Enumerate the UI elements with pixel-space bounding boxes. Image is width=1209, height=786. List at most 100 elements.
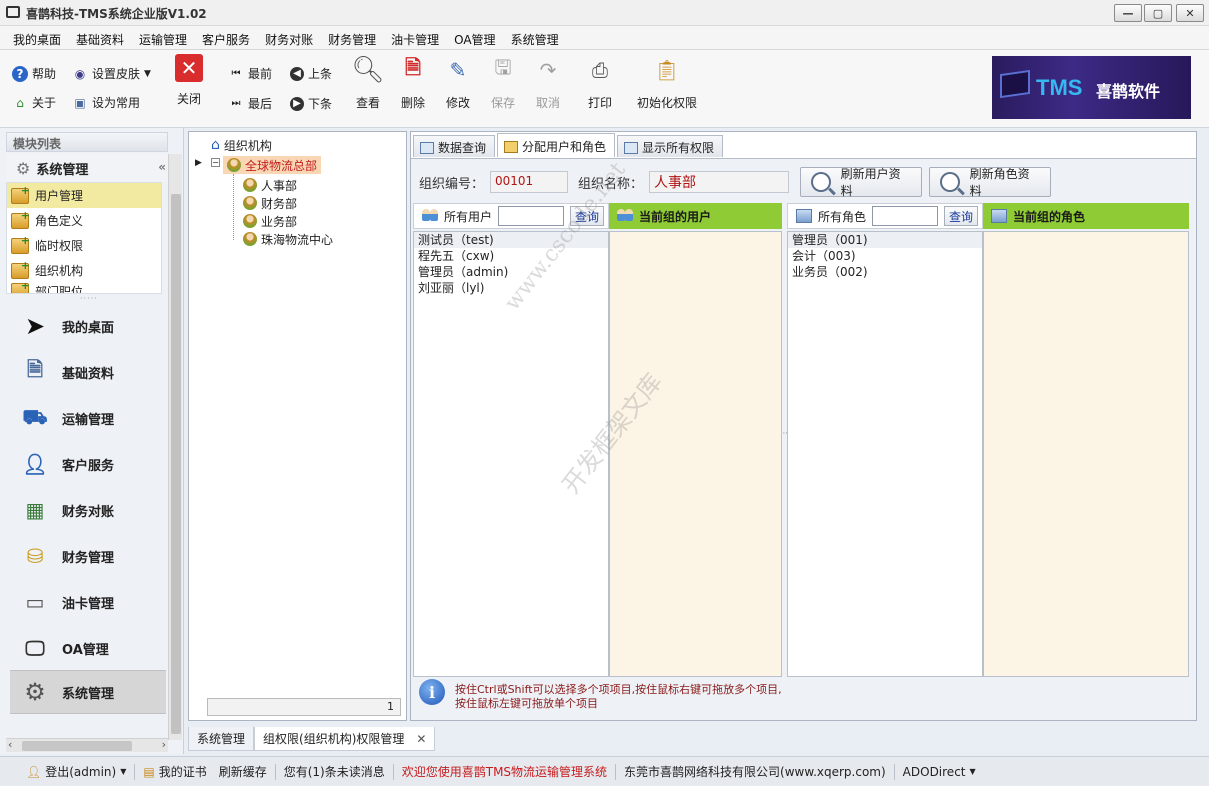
module-group-system[interactable]: ⚙ 系统管理 «	[6, 154, 168, 182]
tab-data-query[interactable]: 数据查询	[413, 135, 496, 157]
module-item-temp-permission[interactable]: 临时权限	[7, 233, 161, 258]
module-item-organization[interactable]: 组织机构	[7, 258, 161, 283]
group-roles-list[interactable]	[983, 231, 1189, 677]
grid-icon	[420, 141, 434, 154]
truck-icon: ⛟	[22, 404, 48, 429]
tab-assign-users-roles[interactable]: 分配用户和角色	[497, 133, 616, 157]
about-button[interactable]: ⌂ 关于	[12, 94, 56, 111]
tree-node-hr[interactable]: 人事部	[243, 176, 297, 194]
toolbar: ? 帮助 ◉ 设置皮肤 ▼ ⌂ 关于 ▣ 设为常用 ✕ 关闭 ⏮ 最前 ⏭ 最后 ◀ 上…	[0, 50, 1209, 128]
menu-oa[interactable]: OA管理	[447, 26, 503, 49]
skin-button[interactable]: ◉ 设置皮肤 ▼	[72, 65, 151, 82]
chevron-down-icon: ▼	[120, 767, 127, 776]
menu-desktop[interactable]: 我的桌面	[6, 26, 69, 49]
unread-messages[interactable]: 您有(1)条未读消息	[276, 763, 394, 780]
menu-bar: 我的桌面 基础资料 运输管理 客户服务 财务对账 财务管理 油卡管理 OA管理 …	[0, 26, 1209, 50]
db-mode-menu[interactable]: ADODirect ▼	[895, 764, 984, 780]
scroll-right-icon[interactable]: ›	[162, 738, 166, 751]
tab-show-permissions[interactable]: 显示所有权限	[617, 135, 724, 157]
tree-root[interactable]: ⌂ 组织机构	[211, 136, 272, 154]
scroll-left-icon[interactable]: ‹	[8, 738, 12, 751]
list-item[interactable]: 业务员（002)	[788, 264, 982, 280]
help-button[interactable]: ? 帮助	[12, 65, 56, 82]
certificate-link[interactable]: ▤ 我的证书 刷新缓存	[135, 763, 276, 780]
document-tabs: 系统管理 组权限(组织机构)权限管理 ✕	[188, 727, 436, 751]
tree-node-business[interactable]: 业务部	[243, 212, 297, 230]
collapse-icon[interactable]: «	[158, 160, 166, 174]
nav-basic-data[interactable]: 🗎︎ 基础资料	[10, 350, 166, 394]
role-search-input[interactable]	[872, 206, 939, 226]
nav-customer[interactable]: 👤︎ 客户服务	[10, 442, 166, 486]
user-search-input[interactable]	[498, 206, 565, 226]
list-item[interactable]: 管理员（001)	[788, 232, 982, 248]
menu-fuel-card[interactable]: 油卡管理	[384, 26, 447, 49]
user-icon: 👤︎	[22, 452, 48, 476]
close-tab-icon[interactable]: ✕	[416, 732, 426, 746]
close-window-button[interactable]: ✕	[1176, 4, 1204, 22]
next-button[interactable]: ▶ 下条	[290, 95, 332, 112]
logout-menu[interactable]: 👤︎ 登出(admin) ▼	[18, 763, 136, 780]
magnifier-icon	[811, 172, 831, 192]
doc-tab-system[interactable]: 系统管理	[188, 727, 255, 751]
menu-system[interactable]: 系统管理	[504, 26, 567, 49]
tree-node-headquarters[interactable]: 全球物流总部	[223, 156, 322, 174]
help-icon: ?	[12, 65, 28, 82]
nav-desktop[interactable]: ➤ 我的桌面	[10, 304, 166, 348]
delete-doc-icon: 🗎︎	[404, 55, 422, 79]
list-item[interactable]: 测试员（test)	[414, 232, 608, 248]
module-item-role-definition[interactable]: 角色定义	[7, 208, 161, 233]
user-query-button[interactable]: 查询	[570, 206, 605, 226]
nav-finance[interactable]: ⛁ 财务管理	[10, 534, 166, 578]
role-query-button[interactable]: 查询	[944, 206, 979, 226]
menu-customer[interactable]: 客户服务	[195, 26, 258, 49]
last-button[interactable]: ⏭ 最后	[228, 95, 273, 112]
list-item[interactable]: 程先五（cxw)	[414, 248, 608, 264]
tree-node-zhuhai[interactable]: 珠海物流中心	[243, 230, 333, 248]
cancel-button[interactable]: ↷ 取消	[522, 54, 574, 111]
list-item[interactable]: 刘亚丽（lyl)	[414, 280, 608, 296]
collapse-node-icon[interactable]: −	[211, 158, 220, 167]
all-users-column: 所有用户 查询	[413, 203, 609, 229]
gear-icon: ⚙	[24, 678, 46, 706]
users-icon	[504, 140, 519, 153]
list-item[interactable]: 会计（003)	[788, 248, 982, 264]
sidebar-horizontal-scrollbar[interactable]: ‹ ›	[6, 738, 168, 752]
org-code-field[interactable]: 00101	[490, 171, 569, 193]
nav-fuel-card[interactable]: ▭ 油卡管理	[10, 580, 166, 624]
module-item-user-management[interactable]: 用户管理	[7, 183, 161, 208]
refresh-roles-button[interactable]: 刷新角色资料	[929, 167, 1051, 198]
prev-button[interactable]: ◀ 上条	[290, 65, 332, 82]
role-icon	[796, 209, 812, 223]
module-item-dept-position[interactable]: 部门职位	[7, 283, 161, 293]
first-button[interactable]: ⏮ 最前	[228, 65, 273, 82]
doc-tab-group-permission[interactable]: 组权限(组织机构)权限管理 ✕	[254, 727, 436, 751]
sidebar-vertical-scrollbar[interactable]	[168, 154, 182, 740]
company-text: 东莞市喜鹊网络科技有限公司(www.xqerp.com)	[616, 763, 895, 780]
favorite-button[interactable]: ▣ 设为常用	[72, 94, 140, 111]
minimize-button[interactable]: —	[1114, 4, 1142, 22]
maximize-button[interactable]: ▢	[1144, 4, 1172, 22]
chevron-down-icon: ▼	[144, 68, 151, 79]
menu-finance[interactable]: 财务管理	[321, 26, 384, 49]
print-button[interactable]: ⎙ 打印	[574, 54, 626, 111]
list-item[interactable]: 管理员（admin)	[414, 264, 608, 280]
group-roles-header: 当前组的角色	[983, 203, 1189, 229]
close-button[interactable]: ✕ 关闭	[163, 54, 215, 107]
nav-transport[interactable]: ⛟ 运输管理	[10, 396, 166, 440]
all-roles-list[interactable]: 管理员（001) 会计（003) 业务员（002)	[787, 231, 983, 677]
tree-node-finance[interactable]: 财务部	[243, 194, 297, 212]
all-users-list[interactable]: 测试员（test) 程先五（cxw) 管理员（admin) 刘亚丽（lyl)	[413, 231, 609, 677]
menu-basic-data[interactable]: 基础资料	[69, 26, 132, 49]
refresh-cache-link[interactable]: 刷新缓存	[219, 763, 267, 780]
nav-oa[interactable]: 🖵︎ OA管理	[10, 626, 166, 670]
init-permission-button[interactable]: 📋︎ 初始化权限	[637, 54, 697, 111]
menu-reconcile[interactable]: 财务对账	[258, 26, 321, 49]
info-icon: i	[419, 679, 445, 705]
splitter[interactable]: ·····	[80, 294, 98, 303]
refresh-users-button[interactable]: 刷新用户资料	[800, 167, 922, 198]
org-name-field[interactable]: 人事部	[649, 171, 790, 193]
nav-reconcile[interactable]: ▦ 财务对账	[10, 488, 166, 532]
nav-system[interactable]: ⚙ 系统管理	[10, 670, 166, 714]
menu-transport[interactable]: 运输管理	[132, 26, 195, 49]
group-users-list[interactable]	[609, 231, 782, 677]
